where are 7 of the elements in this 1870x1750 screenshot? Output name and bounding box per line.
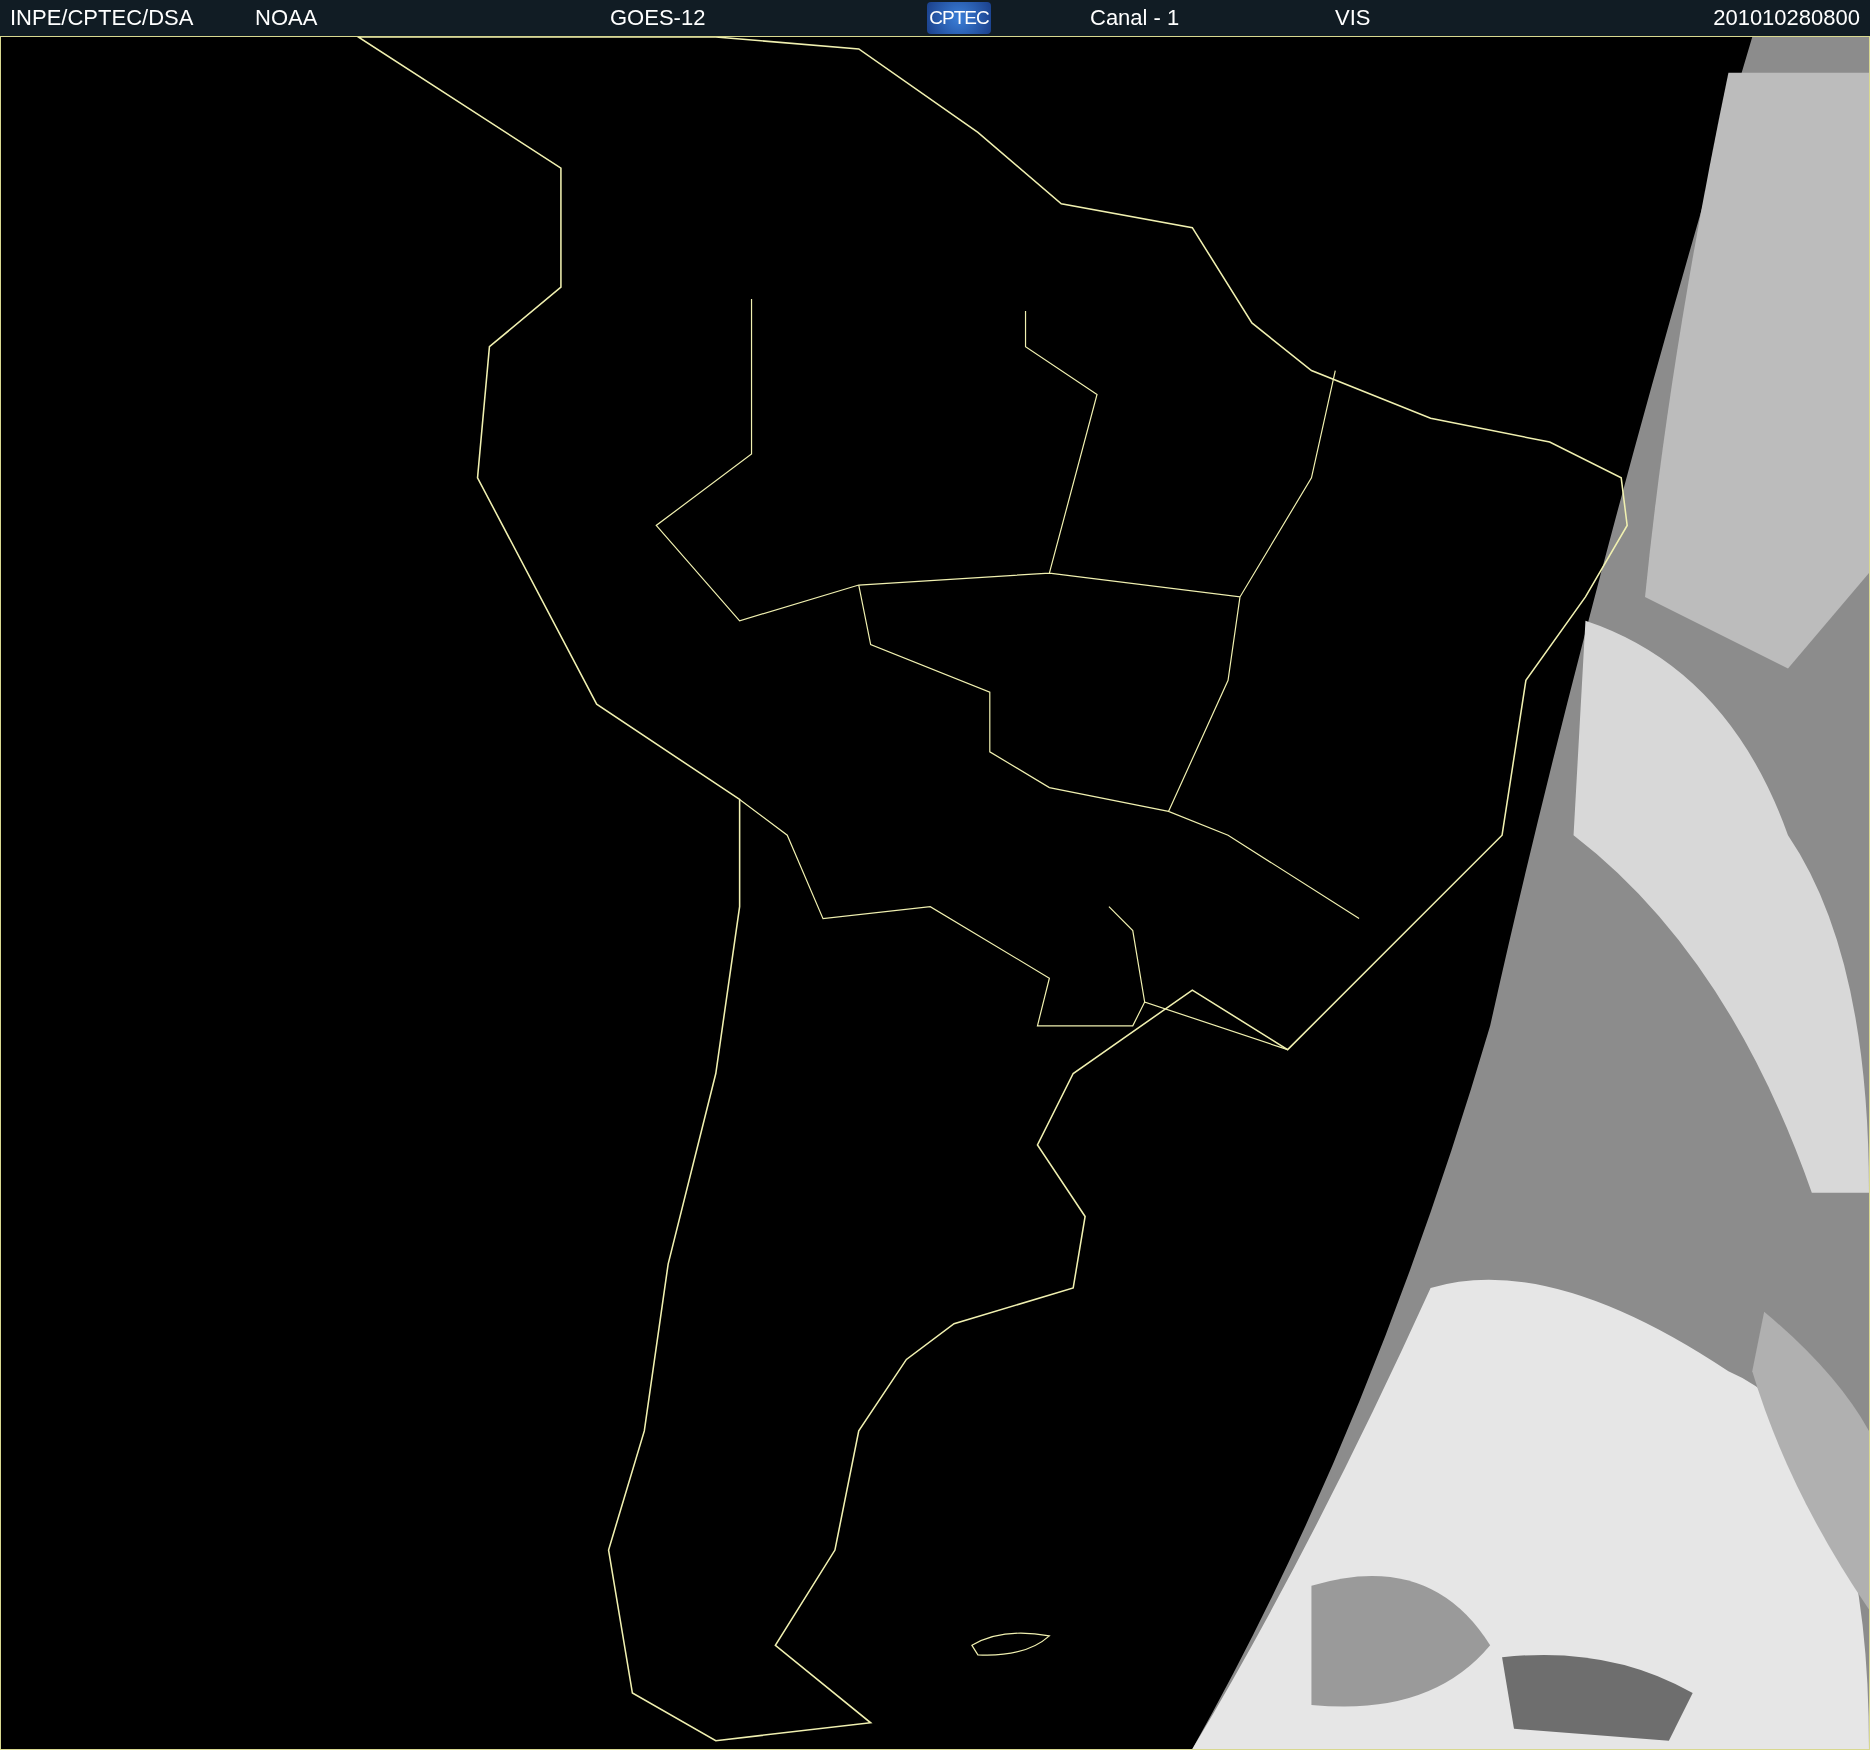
header-label: VIS xyxy=(1335,5,1371,31)
header-label: INPE/CPTEC/DSA xyxy=(10,5,194,31)
header-label: Canal - 1 xyxy=(1090,5,1180,31)
header-label: 201010280800 xyxy=(1713,5,1861,31)
logo: CPTEC xyxy=(927,2,991,34)
header-label: GOES-12 xyxy=(610,5,706,31)
header-label: NOAA xyxy=(255,5,318,31)
